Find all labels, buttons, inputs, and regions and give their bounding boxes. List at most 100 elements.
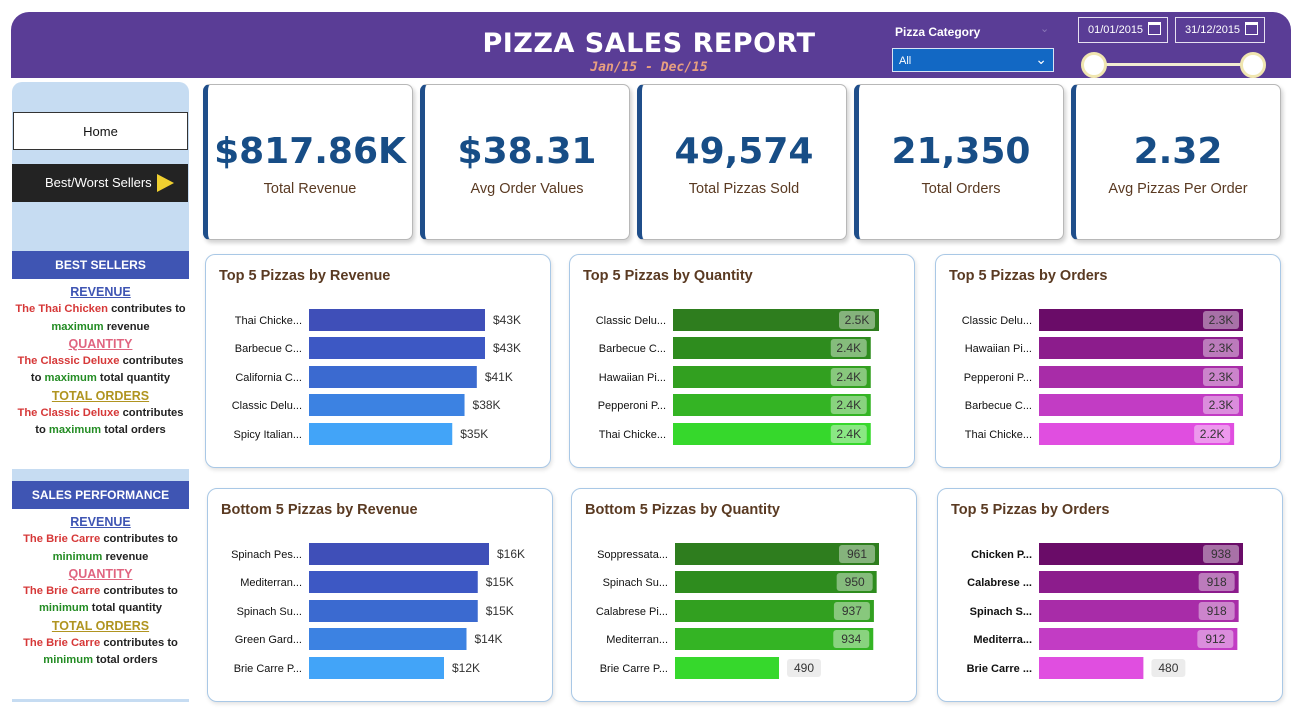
value-label: 937: [842, 604, 862, 618]
chart-top5-quantity: Top 5 Pizzas by Quantity Classic Delu...…: [569, 254, 915, 468]
worst-orders-heading: TOTAL ORDERS: [51, 618, 150, 633]
date-range-slider-track[interactable]: [1093, 63, 1253, 66]
bar[interactable]: [309, 309, 485, 331]
value-label: 934: [841, 632, 861, 646]
category-label: Spinach Su...: [237, 606, 302, 618]
category-label: Thai Chicke...: [235, 315, 302, 327]
kpi-value: 2.32: [1133, 131, 1223, 172]
category-dropdown[interactable]: All ⌄: [892, 48, 1054, 72]
category-label: Calabrese ...: [967, 577, 1032, 589]
category-label: Barbecue C...: [599, 343, 666, 355]
best-sellers-heading: BEST SELLERS: [12, 251, 189, 279]
best-worst-sellers-button[interactable]: Best/Worst Sellers: [12, 164, 188, 202]
calendar-icon[interactable]: [1148, 22, 1161, 35]
sales-performance-heading: SALES PERFORMANCE: [12, 481, 189, 509]
value-label: 2.2K: [1200, 427, 1225, 441]
bar[interactable]: [309, 543, 489, 565]
category-label: Green Gard...: [235, 634, 302, 646]
kpi-value: 49,574: [674, 131, 814, 172]
worst-quantity-heading: QUANTITY: [68, 566, 133, 581]
date-range-start-handle[interactable]: [1081, 52, 1107, 78]
kpi-label: Total Revenue: [263, 181, 357, 197]
kpi-label: Total Pizzas Sold: [688, 181, 800, 197]
value-label: $14K: [475, 632, 503, 646]
kpi-label: Avg Pizzas Per Order: [1108, 181, 1248, 197]
best-sellers-panel: REVENUE The Thai Chicken contributes to m…: [12, 279, 189, 469]
bar[interactable]: [309, 600, 478, 622]
value-label: 2.4K: [836, 427, 861, 441]
bar[interactable]: [309, 337, 485, 359]
dashboard: PIZZA SALES REPORT Jan/15 - Dec/15 Pizza…: [0, 0, 1298, 714]
best-worst-sellers-label: Best/Worst Sellers: [45, 175, 152, 190]
best-revenue-text: The Thai Chicken contributes to maximum r…: [15, 303, 186, 333]
date-range-end-handle[interactable]: [1240, 52, 1266, 78]
kpi-total-revenue: $817.86K Total Revenue: [203, 84, 413, 240]
category-label: Brie Carre P...: [600, 663, 668, 675]
value-label: $15K: [486, 604, 514, 618]
category-label: Barbecue C...: [235, 343, 302, 355]
category-label: Soppressata...: [597, 549, 668, 561]
chart-top5-revenue: Top 5 Pizzas by Revenue Thai Chicke... $4…: [205, 254, 551, 468]
category-label: Mediterra...: [973, 634, 1032, 646]
value-label: 2.3K: [1209, 398, 1234, 412]
value-label: 918: [1207, 604, 1227, 618]
category-label: Spinach S...: [970, 606, 1032, 618]
category-label: Mediterran...: [606, 634, 668, 646]
bar[interactable]: [309, 423, 453, 445]
category-value: All: [899, 55, 912, 67]
category-label: Spinach Su...: [603, 577, 668, 589]
category-collapse-icon[interactable]: ⌄: [1040, 22, 1049, 35]
value-label: 961: [847, 547, 867, 561]
bar[interactable]: [1039, 657, 1144, 679]
chevron-down-icon: ⌄: [1035, 51, 1047, 67]
value-label: 480: [1158, 661, 1178, 675]
home-button[interactable]: Home: [13, 112, 188, 150]
sales-performance-panel: REVENUE The Brie Carre contributes to min…: [12, 509, 189, 699]
bar[interactable]: [675, 657, 780, 679]
bar[interactable]: [309, 628, 467, 650]
category-label: Spicy Italian...: [234, 429, 302, 441]
value-label: 938: [1211, 547, 1231, 561]
best-quantity-text: The Classic Deluxe contributes to maximum…: [17, 355, 184, 385]
category-label: Thai Chicke...: [599, 429, 666, 441]
kpi-avg-order-value: $38.31 Avg Order Values: [420, 84, 630, 240]
value-label: 490: [794, 661, 814, 675]
best-quantity-heading: QUANTITY: [68, 336, 133, 351]
category-label: Thai Chicke...: [965, 429, 1032, 441]
arrow-right-icon: [157, 174, 174, 192]
bar[interactable]: [309, 571, 478, 593]
kpi-value: $817.86K: [214, 131, 406, 172]
kpi-total-pizzas-sold: 49,574 Total Pizzas Sold: [637, 84, 847, 240]
kpi-value: $38.31: [457, 131, 597, 172]
value-label: 950: [845, 575, 865, 589]
category-label: Hawaiian Pi...: [965, 343, 1032, 355]
value-label: 2.3K: [1209, 370, 1234, 384]
worst-quantity-text: The Brie Carre contributes to minimum tot…: [23, 585, 178, 615]
value-label: $41K: [485, 370, 513, 384]
category-label: Brie Carre ...: [967, 663, 1032, 675]
end-date-input[interactable]: 31/12/2015: [1175, 17, 1265, 43]
value-label: 2.4K: [836, 370, 861, 384]
start-date-input[interactable]: 01/01/2015: [1078, 17, 1168, 43]
bar-chart-svg: Spinach Pes... $16K Mediterran... $15K Spina…: [231, 543, 525, 679]
bar[interactable]: [309, 657, 444, 679]
worst-revenue-text: The Brie Carre contributes to minimum rev…: [23, 533, 178, 563]
value-label: 2.4K: [836, 398, 861, 412]
category-label: Hawaiian Pi...: [599, 372, 666, 384]
category-label: Classic Delu...: [232, 400, 302, 412]
bar[interactable]: [309, 394, 465, 416]
kpi-label: Avg Order Values: [470, 181, 584, 197]
category-label: Spinach Pes...: [231, 549, 302, 561]
value-label: $12K: [452, 661, 480, 675]
category-label: Pepperoni P...: [598, 400, 666, 412]
category-label: Chicken P...: [971, 549, 1032, 561]
value-label: $16K: [497, 547, 525, 561]
bar[interactable]: [309, 366, 477, 388]
best-revenue-heading: REVENUE: [70, 285, 131, 299]
kpi-value: 21,350: [891, 131, 1031, 172]
category-label: Classic Delu...: [962, 315, 1032, 327]
value-label: 918: [1207, 575, 1227, 589]
worst-orders-text: The Brie Carre contributes to minimum tot…: [23, 637, 178, 667]
start-date-value: 01/01/2015: [1088, 24, 1144, 36]
calendar-icon[interactable]: [1245, 22, 1258, 35]
